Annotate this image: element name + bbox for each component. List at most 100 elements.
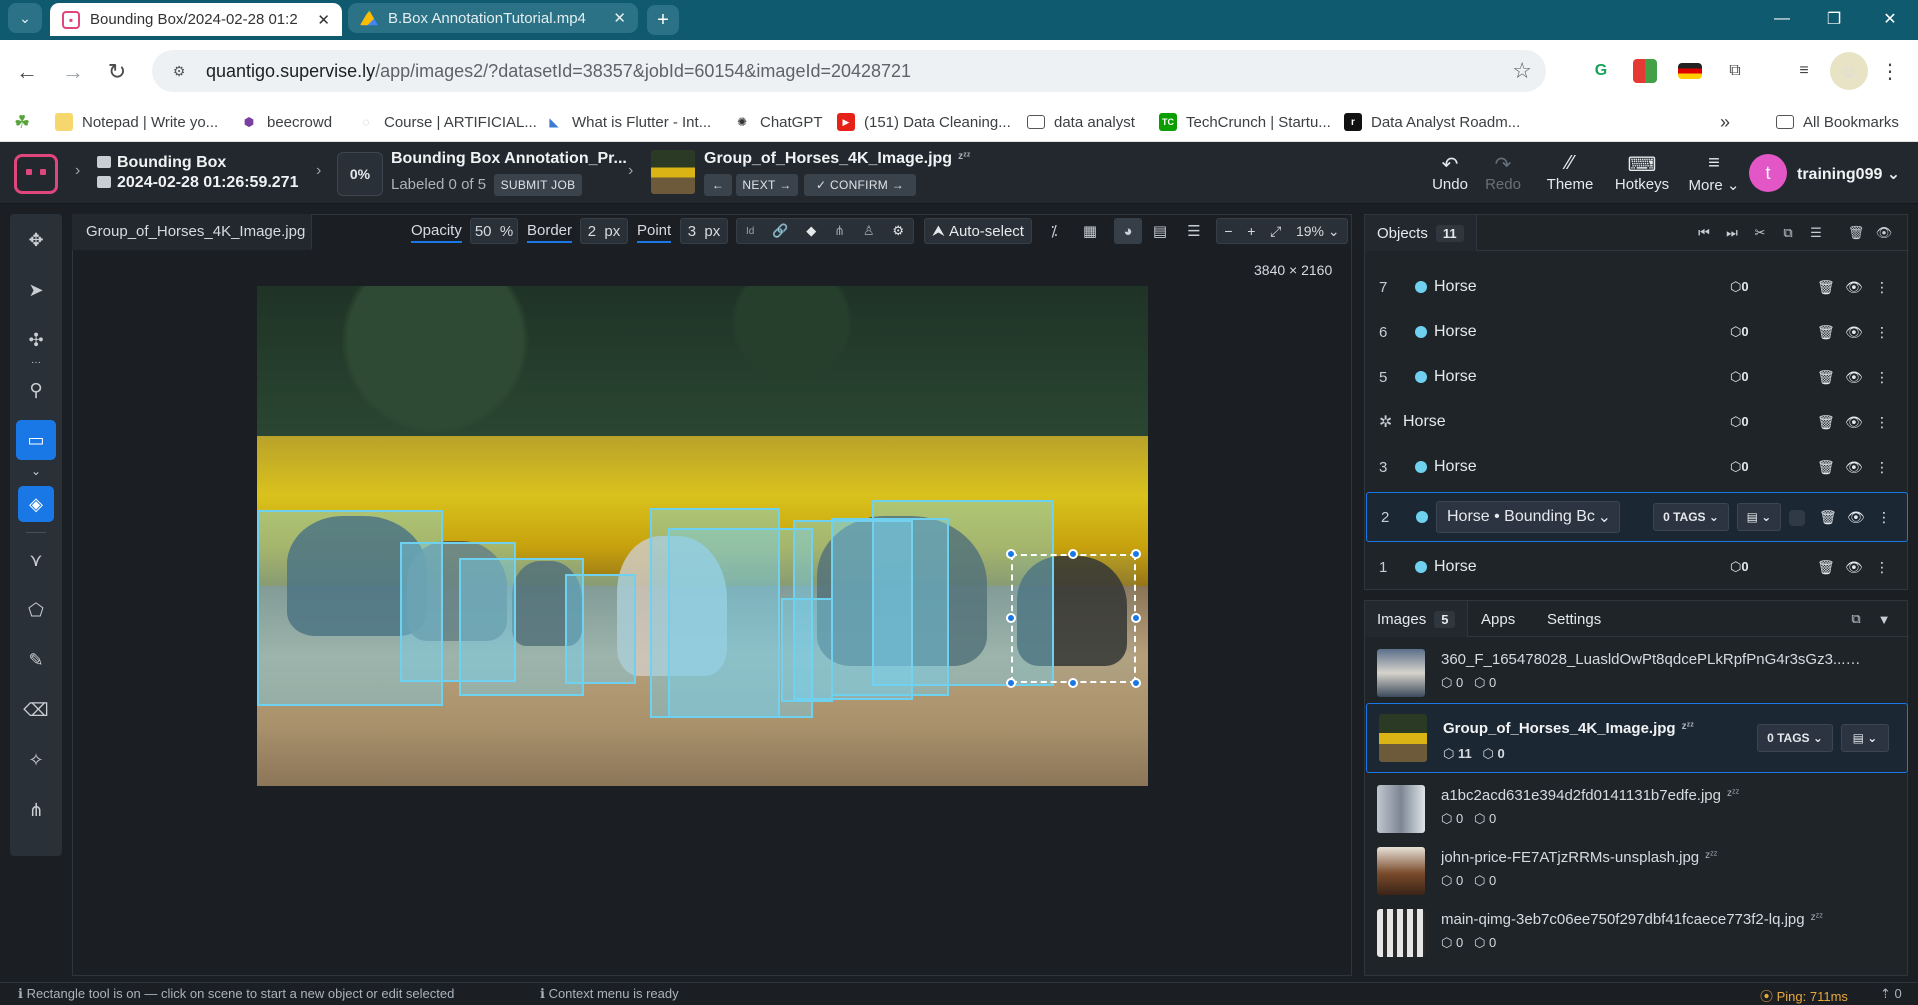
object-row[interactable]: 3 Horse ⬡0 🗑 👁 ⋮ — [1365, 447, 1909, 487]
percent-toggle-icon[interactable]: ⁒ — [1040, 218, 1068, 244]
more-vertical-icon[interactable]: ⋮ — [1875, 414, 1889, 431]
minimize-window-icon[interactable]: — — [1758, 4, 1806, 34]
selected-bounding-box[interactable] — [1011, 554, 1136, 683]
image-list-item[interactable]: a1bc2acd631e394d2fd0141131b7edfe.jpg zᶻᶻ … — [1365, 779, 1909, 835]
tab-search-button[interactable]: ⌄ — [8, 3, 42, 33]
confirm-button[interactable]: ✓ CONFIRM → — [804, 174, 916, 196]
link-toggle-icon[interactable]: 🔗 — [772, 223, 788, 239]
eraser-tool-icon[interactable]: ⌫ — [16, 690, 56, 730]
eye-icon[interactable]: 👁 — [1845, 459, 1863, 476]
close-tab-icon[interactable]: ✕ — [613, 9, 626, 27]
copy-icon[interactable]: ⧉ — [1777, 223, 1799, 243]
bookmark-techcrunch[interactable]: TC TechCrunch | Startu... — [1159, 111, 1331, 133]
browser-tab-video[interactable]: B.Box AnnotationTutorial.mp4 ✕ — [348, 3, 638, 33]
bookmark-course[interactable]: ◌ Course | ARTIFICIAL... — [357, 111, 536, 133]
hide-tools-icon[interactable]: ✂ — [1749, 223, 1771, 243]
auto-select-button[interactable]: ⮝ Auto-select — [924, 218, 1032, 244]
back-icon[interactable]: ← — [10, 55, 44, 89]
image-list-item-selected[interactable]: Group_of_Horses_4K_Image.jpg zᶻᶻ ⬡ 11 ⬡ 0… — [1366, 703, 1908, 773]
object-row[interactable]: 7 Horse ⬡0 🗑 👁 ⋮ — [1365, 267, 1909, 307]
grid-icon[interactable]: ▦ — [1076, 218, 1104, 244]
polygon-tool-icon[interactable]: ⬠ — [16, 590, 56, 630]
bookmark-star-icon[interactable]: ☆ — [1512, 58, 1532, 84]
object-row[interactable]: 6 Horse ⬡0 🗑 👁 ⋮ — [1365, 312, 1909, 352]
next-image-button[interactable]: NEXT → — [736, 174, 798, 196]
dataset-breadcrumb[interactable]: 2024-02-28 01:26:59.271 — [97, 174, 298, 192]
browser-tab-bounding-box[interactable]: ▪ Bounding Box/2024-02-28 01:2 ✕ — [50, 3, 342, 36]
zoom-out-icon[interactable]: − — [1224, 223, 1232, 239]
delete-icon[interactable]: 🗑 — [1819, 509, 1837, 526]
image-list-item[interactable]: john-price-FE7ATjzRRMs-unsplash.jpg zᶻᶻ ⬡… — [1365, 841, 1909, 897]
hotkeys-button[interactable]: ⌨ Hotkeys — [1612, 152, 1672, 198]
border-input[interactable]: 2 px — [580, 218, 628, 244]
more-vertical-icon[interactable]: ⋮ — [1877, 509, 1891, 526]
object-row-selected[interactable]: 2 Horse • Bounding Bc ⌄ 0 TAGS ⌄ ▤ ⌄ 🗑 👁 … — [1366, 492, 1908, 542]
rectangle-tool-icon[interactable]: ▭ — [16, 420, 56, 460]
image-tags-dropdown[interactable]: 0 TAGS ⌄ — [1757, 724, 1833, 752]
bookmarks-leaf-icon[interactable]: ☘ — [14, 111, 30, 133]
more-bookmarks-chevron-icon[interactable]: » — [1720, 111, 1730, 133]
delete-icon[interactable]: 🗑 — [1817, 459, 1835, 476]
bookmark-chatgpt[interactable]: ✺ ChatGPT — [733, 111, 823, 133]
previous-image-button[interactable]: ← — [704, 174, 732, 196]
chrome-menu-icon[interactable]: ⋮ — [1878, 59, 1902, 83]
tag-toggle-icon[interactable]: ◆ — [806, 223, 816, 239]
redo-button[interactable]: ↷ Redo — [1482, 152, 1524, 198]
settings-gear-icon[interactable]: ⚙ — [892, 223, 904, 239]
pan-tool-icon[interactable]: ✥ — [16, 220, 56, 260]
all-bookmarks[interactable]: All Bookmarks — [1776, 111, 1899, 133]
resize-handle[interactable] — [1131, 613, 1141, 623]
restore-window-icon[interactable]: ❐ — [1810, 4, 1858, 34]
tags-dropdown-button[interactable]: 0 TAGS ⌄ — [1653, 503, 1729, 531]
media-control-icon[interactable]: ≡ — [1792, 59, 1816, 83]
zoom-in-icon[interactable]: + — [1247, 223, 1255, 239]
last-icon[interactable]: ⏭ — [1721, 223, 1743, 243]
opacity-input[interactable]: 50 % — [470, 218, 518, 244]
url-bar[interactable]: ⚙ quantigo.supervise.ly/app/images2/?dat… — [152, 50, 1546, 92]
resize-handle[interactable] — [1006, 678, 1016, 688]
eye-icon[interactable]: 👁 — [1845, 559, 1863, 576]
image-list-item[interactable]: main-qimg-3eb7c06ee750f297dbf41fcaece773… — [1365, 903, 1909, 959]
submit-job-button[interactable]: SUBMIT JOB — [494, 174, 582, 196]
delete-icon[interactable]: 🗑 — [1817, 324, 1835, 341]
eye-icon[interactable]: 👁 — [1845, 279, 1863, 296]
forward-icon[interactable]: → — [56, 55, 90, 89]
bounding-box[interactable] — [781, 598, 833, 702]
fit-screen-icon[interactable]: ⤢ — [1270, 223, 1281, 240]
eye-icon[interactable]: 👁 — [1845, 369, 1863, 386]
zoom-level-select[interactable]: 19% ⌄ — [1296, 223, 1340, 240]
delete-icon[interactable]: 🗑 — [1817, 279, 1835, 296]
tab-settings[interactable]: Settings — [1535, 601, 1613, 637]
bookmark-youtube[interactable]: ▶ (151) Data Cleaning... — [837, 111, 1011, 133]
grammarly-extension-icon[interactable]: G — [1589, 59, 1613, 83]
visibility-eye-icon[interactable]: 👁 — [1873, 223, 1895, 243]
project-breadcrumb[interactable]: Bounding Box — [97, 154, 226, 172]
undo-button[interactable]: ↶ Undo — [1430, 152, 1470, 198]
class-select-dropdown[interactable]: Horse • Bounding Bc ⌄ — [1436, 501, 1620, 533]
polyline-tool-icon[interactable]: ⋎ — [16, 540, 56, 580]
image-list-item[interactable]: 360_F_165478028_LuasldOwPt8qdcePLkRpfPnG… — [1365, 643, 1909, 699]
more-vertical-icon[interactable]: ⋮ — [1875, 459, 1889, 476]
adjustments-icon[interactable]: ☰ — [1180, 218, 1208, 244]
more-vertical-icon[interactable]: ⋮ — [1875, 559, 1889, 576]
delete-icon[interactable]: 🗑 — [1817, 414, 1835, 431]
bounding-box[interactable] — [565, 574, 636, 684]
tab-images[interactable]: Images 5 — [1365, 601, 1469, 637]
more-vertical-icon[interactable]: ⋮ — [1875, 324, 1889, 341]
resize-handle[interactable] — [1131, 549, 1141, 559]
bookmark-notepad[interactable]: Notepad | Write yo... — [55, 111, 218, 133]
copy-icon[interactable]: ⧉ — [1845, 609, 1867, 629]
german-flag-extension-icon[interactable] — [1678, 63, 1702, 79]
browser-profile-avatar[interactable]: ☺ — [1830, 52, 1868, 90]
eye-icon[interactable]: 👁 — [1845, 324, 1863, 341]
resize-handle[interactable] — [1006, 549, 1016, 559]
palette-icon[interactable]: ◕ — [1114, 218, 1142, 244]
color-swatch[interactable] — [1789, 510, 1805, 526]
fill-tool-icon[interactable]: ◈ — [18, 486, 54, 522]
new-tab-button[interactable]: + — [647, 5, 679, 35]
brush-tool-icon[interactable]: ✎ — [16, 640, 56, 680]
select-pointer-tool-icon[interactable]: ➤ — [16, 270, 56, 310]
tab-objects[interactable]: Objects 11 — [1365, 215, 1477, 251]
delete-all-icon[interactable]: 🗑 — [1845, 223, 1867, 243]
user-menu[interactable]: training099 ⌄ — [1797, 164, 1900, 184]
